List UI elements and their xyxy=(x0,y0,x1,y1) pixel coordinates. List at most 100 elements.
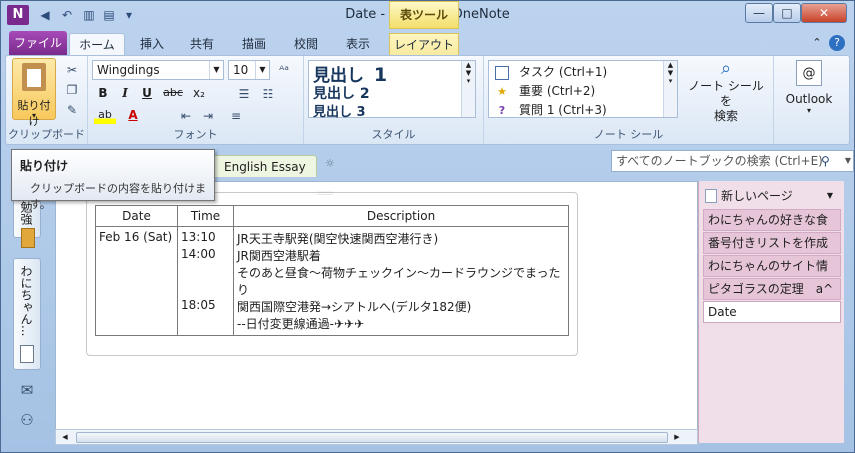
onenote-window: N ◀ ↶ ▥ ▤ ▾ Date - Microsoft OneNote 表ツー… xyxy=(0,0,855,453)
highlight-button[interactable]: ab xyxy=(94,106,116,124)
page-canvas[interactable]: :::::::: Date Time Description Feb 16 (S… xyxy=(55,181,698,431)
chevron-down-icon[interactable]: ▼ xyxy=(255,61,269,79)
outlook-dropdown-icon[interactable]: ▾ xyxy=(778,106,840,115)
notebook-wanichan-label: わにちゃん... xyxy=(19,265,33,337)
find-tags-icon: ⌕ xyxy=(720,58,732,79)
cut-icon[interactable]: ✂ xyxy=(64,62,80,78)
scrollbar-thumb[interactable] xyxy=(76,432,668,443)
question-icon: ? xyxy=(498,103,506,117)
minimize-button[interactable]: — xyxy=(745,3,773,23)
increase-indent-icon[interactable]: ⇥ xyxy=(200,108,216,124)
notebook-icon[interactable] xyxy=(21,228,35,248)
new-page-dropdown-icon[interactable]: ▼ xyxy=(827,185,833,207)
bullets-icon[interactable]: ☰ xyxy=(236,86,252,102)
page-tab[interactable]: わにちゃんのサイト情 xyxy=(703,255,841,277)
tag-todo[interactable]: タスク (Ctrl+1) xyxy=(495,63,607,80)
page-tab[interactable]: ピタゴラスの定理 a^ xyxy=(703,278,841,300)
tab-draw[interactable]: 描画 xyxy=(233,33,275,55)
cell-description[interactable]: JR天王寺駅発(関空快速関西空港行き) JR関西空港駅着 そのあと昼食～荷物チェ… xyxy=(233,226,569,336)
help-icon[interactable]: ? xyxy=(829,35,845,51)
unfiled-notes-icon[interactable]: ✉ xyxy=(19,382,35,398)
page-tabs-pane: 新しいページ ▼ わにちゃんの好きな食 番号付きリストを作成 わにちゃんのサイト… xyxy=(698,181,844,443)
underline-button[interactable]: U xyxy=(138,84,156,102)
tag-question[interactable]: ? 質問 1 (Ctrl+3) xyxy=(495,101,607,118)
search-scope-dropdown-icon[interactable]: ▼ xyxy=(845,151,851,171)
search-icon[interactable]: ⚲ xyxy=(821,152,837,170)
notebook-navigation: 勉強 わにちゃん... ✉ ⚇ xyxy=(9,176,49,446)
copy-icon[interactable]: ❐ xyxy=(64,82,80,98)
section-tab-english-essay[interactable]: English Essay xyxy=(213,155,317,177)
font-color-button[interactable]: A xyxy=(122,106,144,124)
clipboard-group: 貼り付け ▾ ✂ ❐ ✎ クリップボード xyxy=(6,56,88,144)
tooltip-title: 貼り付け xyxy=(20,159,69,173)
horizontal-scrollbar[interactable]: ◀ ▶ xyxy=(55,429,698,445)
styles-gallery[interactable]: 見出し 1 見出し 2 見出し 3 ▲ ▼ ▾ xyxy=(308,60,476,120)
font-size-combo[interactable]: 10 ▼ xyxy=(228,60,270,80)
search-placeholder: すべてのノートブックの検索 (Ctrl+E) xyxy=(616,154,823,168)
subscript-button[interactable]: x₂ xyxy=(188,84,210,102)
container-grip-icon[interactable]: :::::::: xyxy=(317,191,347,197)
note-container[interactable]: :::::::: Date Time Description Feb 16 (S… xyxy=(86,191,578,356)
title-bar: N ◀ ↶ ▥ ▤ ▾ Date - Microsoft OneNote 表ツー… xyxy=(1,1,854,29)
align-icon[interactable]: ≡ xyxy=(228,108,244,124)
scroll-left-icon[interactable]: ◀ xyxy=(58,430,72,444)
styles-gallery-scroll[interactable]: ▲ ▼ ▾ xyxy=(461,61,475,117)
schedule-table[interactable]: Date Time Description Feb 16 (Sat) 13:10… xyxy=(95,205,569,336)
tab-layout[interactable]: レイアウト xyxy=(389,33,459,55)
tab-insert[interactable]: 挿入 xyxy=(131,33,173,55)
paste-tooltip: 貼り付け クリップボードの内容を貼り付けます。 xyxy=(11,149,215,211)
clipboard-group-label: クリップボード xyxy=(8,128,85,141)
tab-home[interactable]: ホーム xyxy=(69,33,125,55)
style-heading-2[interactable]: 見出し 2 xyxy=(313,83,370,103)
table-tools-label: 表ツール xyxy=(389,1,459,29)
new-section-icon[interactable]: ☼ xyxy=(319,157,341,175)
strikethrough-button[interactable]: abc xyxy=(160,84,186,102)
outlook-icon: @ xyxy=(796,60,822,86)
font-name-value: Wingdings xyxy=(97,63,160,77)
star-icon: ★ xyxy=(497,84,507,98)
maximize-button[interactable]: □ xyxy=(773,3,801,23)
tab-view[interactable]: 表示 xyxy=(337,33,379,55)
tab-share[interactable]: 共有 xyxy=(181,33,223,55)
tags-gallery[interactable]: タスク (Ctrl+1) ★ 重要 (Ctrl+2) ? 質問 1 (Ctrl+3)… xyxy=(488,60,678,118)
cell-time[interactable]: 13:10 14:00 18:05 xyxy=(177,226,234,336)
scroll-right-icon[interactable]: ▶ xyxy=(670,430,684,444)
page-tab-current[interactable]: Date xyxy=(703,301,841,323)
font-size-value: 10 xyxy=(233,63,249,77)
italic-button[interactable]: I xyxy=(116,84,134,102)
tag-important[interactable]: ★ 重要 (Ctrl+2) xyxy=(495,82,595,99)
search-input[interactable]: すべてのノートブックの検索 (Ctrl+E) ⚲ ▼ xyxy=(611,150,854,172)
paste-button[interactable]: 貼り付け ▾ xyxy=(12,58,56,128)
tags-gallery-scroll[interactable]: ▲ ▼ ▾ xyxy=(663,61,677,117)
clear-formatting-icon[interactable]: ᴬᵃ xyxy=(276,62,292,78)
column-header-description[interactable]: Description xyxy=(233,205,569,227)
find-tags-button[interactable]: ⌕ ノート シールを 検索 xyxy=(684,58,768,123)
decrease-indent-icon[interactable]: ⇤ xyxy=(178,108,194,124)
new-page-button[interactable]: 新しいページ ▼ xyxy=(703,185,841,207)
ribbon: 貼り付け ▾ ✂ ❐ ✎ クリップボード Wingdings ▼ 10 ▼ ᴬᵃ… xyxy=(5,55,850,145)
style-heading-3[interactable]: 見出し 3 xyxy=(313,101,366,120)
tags-group: タスク (Ctrl+1) ★ 重要 (Ctrl+2) ? 質問 1 (Ctrl+3)… xyxy=(484,56,774,144)
bold-button[interactable]: B xyxy=(94,84,112,102)
page-tab[interactable]: 番号付きリストを作成 xyxy=(703,232,841,254)
format-painter-icon[interactable]: ✎ xyxy=(64,102,80,118)
font-group: Wingdings ▼ 10 ▼ ᴬᵃ B I U abc x₂ ab A ☰ … xyxy=(88,56,304,144)
outlook-label: Outlook xyxy=(785,92,833,106)
cell-date[interactable]: Feb 16 (Sat) xyxy=(95,226,178,336)
navigation-pane-icon[interactable]: ⚇ xyxy=(19,412,35,428)
tags-group-label: ノート シール xyxy=(593,128,664,141)
minimize-ribbon-icon[interactable]: ⌃ xyxy=(809,35,825,51)
styles-group-label: スタイル xyxy=(371,128,416,141)
close-button[interactable]: ✕ xyxy=(801,3,847,23)
outlook-button[interactable]: @ Outlook ▾ xyxy=(778,58,840,120)
font-group-label: フォント xyxy=(173,128,218,141)
numbering-icon[interactable]: ☷ xyxy=(260,86,276,102)
tab-review[interactable]: 校閲 xyxy=(285,33,327,55)
page-tab[interactable]: わにちゃんの好きな食 xyxy=(703,209,841,231)
chevron-down-icon[interactable]: ▼ xyxy=(209,61,223,79)
notebook-wanichan[interactable]: わにちゃん... xyxy=(13,258,41,370)
tab-file[interactable]: ファイル xyxy=(9,31,67,55)
font-name-combo[interactable]: Wingdings ▼ xyxy=(92,60,224,80)
paste-dropdown-icon[interactable]: ▾ xyxy=(13,111,55,120)
find-tags-label: ノート シールを 検索 xyxy=(688,79,764,123)
